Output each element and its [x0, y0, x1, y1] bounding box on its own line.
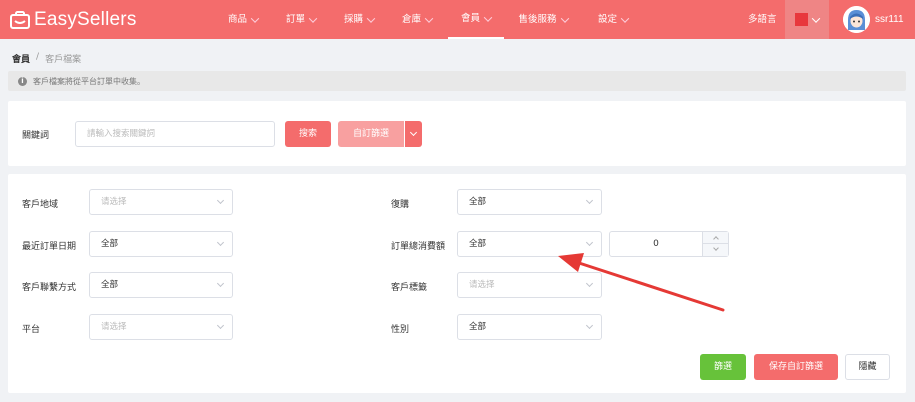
chevron-down-icon: [585, 279, 594, 288]
search-button[interactable]: 搜索: [285, 121, 331, 147]
nav-item-settings[interactable]: 設定: [588, 0, 638, 39]
platform-label: 平台: [22, 325, 41, 335]
keyword-input[interactable]: 請輸入搜索關鍵詞: [75, 121, 275, 147]
total-spend-amount[interactable]: 0: [610, 232, 702, 256]
save-custom-filter-button[interactable]: 保存自訂篩選: [754, 354, 838, 380]
nav-item-warehouse[interactable]: 倉庫: [392, 0, 442, 39]
username[interactable]: ssr111: [875, 0, 904, 39]
breadcrumb-separator: /: [36, 52, 40, 62]
nav-item-members[interactable]: 會員: [448, 0, 504, 39]
chevron-down-icon: [250, 13, 260, 23]
nav-item-orders[interactable]: 訂單: [276, 0, 326, 39]
total-spend-select-value: 全部: [469, 239, 487, 249]
nav-item-after-sales[interactable]: 售後服務: [510, 0, 576, 39]
flag-icon: [795, 13, 808, 26]
tag-label: 客戶標籤: [391, 283, 428, 293]
gender-select[interactable]: 全部: [457, 314, 602, 340]
gender-select-value: 全部: [469, 322, 487, 332]
total-spend-stepper[interactable]: 0: [609, 231, 729, 257]
info-icon: i: [18, 76, 27, 86]
platform-select-value: 请选择: [101, 322, 127, 332]
info-notice: i 客戶檔案將從平台訂單中收集。: [8, 71, 906, 91]
platform-select[interactable]: 请选择: [89, 314, 233, 340]
contact-select-value: 全部: [101, 280, 119, 290]
repurchase-select[interactable]: 全部: [457, 189, 602, 215]
filter-card: 客戶地域 请选择 復購 全部 最近訂單日期 全部 訂單總消費額 全部 0 客戶聯…: [8, 174, 906, 393]
chevron-down-icon: [585, 196, 594, 205]
avatar[interactable]: [843, 6, 870, 33]
bag-logo-icon: [10, 11, 30, 29]
last-order-label: 最近訂單日期: [22, 242, 77, 252]
chevron-down-icon: [483, 12, 493, 22]
chevron-down-icon: [713, 245, 719, 251]
region-select[interactable]: 请选择: [89, 189, 233, 215]
avatar-icon: [843, 6, 870, 33]
hide-button[interactable]: 隱藏: [845, 354, 890, 380]
region-flag-dropdown[interactable]: [785, 0, 829, 39]
breadcrumb: 會員 / 客戶檔案: [12, 52, 81, 65]
nav-label: 採購: [343, 14, 363, 25]
top-navbar: EasySellers 商品 訂單 採購 倉庫 會員 售後服務 設定 多語言 s…: [0, 0, 915, 39]
chevron-down-icon: [409, 128, 418, 137]
repurchase-select-value: 全部: [469, 197, 487, 207]
gender-label: 性別: [391, 325, 410, 335]
brand-logo[interactable]: EasySellers: [10, 9, 137, 31]
chevron-down-icon: [216, 321, 225, 330]
nav-label: 訂單: [285, 14, 305, 25]
total-spend-label: 訂單總消費額: [391, 242, 446, 252]
decrement-button[interactable]: [703, 244, 729, 256]
nav-label: 售後服務: [518, 14, 557, 25]
custom-filter-button[interactable]: 自訂篩選: [338, 121, 404, 147]
nav-label: 設定: [597, 14, 617, 25]
breadcrumb-root[interactable]: 會員: [12, 52, 30, 65]
increment-button[interactable]: [703, 232, 729, 244]
chevron-up-icon: [713, 236, 719, 242]
chevron-down-icon: [620, 13, 630, 23]
total-spend-select[interactable]: 全部: [457, 231, 602, 257]
nav-label: 倉庫: [401, 14, 421, 25]
search-card: 關鍵詞 請輸入搜索關鍵詞 搜索 自訂篩選: [8, 101, 906, 166]
nav-item-products[interactable]: 商品: [218, 0, 268, 39]
notice-text: 客戶檔案將從平台訂單中收集。: [33, 76, 145, 86]
chevron-down-icon: [585, 321, 594, 330]
last-order-select-value: 全部: [101, 239, 119, 249]
repurchase-label: 復購: [391, 200, 410, 210]
stepper-buttons: [702, 232, 729, 256]
filter-button[interactable]: 篩選: [700, 354, 746, 380]
breadcrumb-current: 客戶檔案: [45, 55, 82, 65]
contact-label: 客戶聯繫方式: [22, 283, 77, 293]
tag-select-value: 请选择: [469, 280, 495, 290]
nav-label: 商品: [227, 14, 247, 25]
chevron-down-icon: [308, 13, 318, 23]
contact-select[interactable]: 全部: [89, 272, 233, 298]
language-switcher[interactable]: 多語言: [748, 0, 777, 39]
chevron-down-icon: [366, 13, 376, 23]
tag-select[interactable]: 请选择: [457, 272, 602, 298]
region-select-value: 请选择: [101, 197, 127, 207]
chevron-down-icon: [560, 13, 569, 23]
chevron-down-icon: [811, 13, 821, 23]
region-label: 客戶地域: [22, 200, 59, 210]
brand-name: EasySellers: [34, 9, 137, 30]
nav-item-purchase[interactable]: 採購: [334, 0, 384, 39]
chevron-down-icon: [585, 238, 594, 247]
last-order-select[interactable]: 全部: [89, 231, 233, 257]
chevron-down-icon: [216, 238, 225, 247]
chevron-down-icon: [424, 13, 434, 23]
keyword-label: 關鍵詞: [22, 131, 50, 141]
chevron-down-icon: [216, 196, 225, 205]
chevron-down-icon: [216, 279, 225, 288]
nav-label: 會員: [460, 13, 480, 24]
custom-filter-dropdown[interactable]: [404, 121, 422, 147]
